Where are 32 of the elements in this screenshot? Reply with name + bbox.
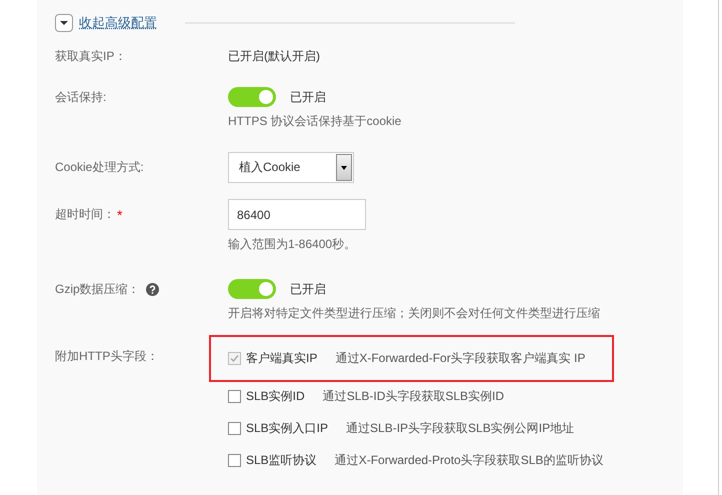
collapse-button[interactable]: [55, 14, 73, 32]
hint-text: 开启将对特定文件类型进行压缩；关闭则不会对任何文件类型进行压缩: [228, 305, 600, 322]
field-label: Cookie处理方式:: [55, 159, 144, 176]
toggle-switch[interactable]: [228, 279, 276, 299]
timeout-field[interactable]: 86400: [228, 199, 366, 230]
switch-status: 已开启: [290, 88, 326, 106]
checkbox[interactable]: [228, 454, 241, 466]
field-label: Gzip数据压缩：: [55, 280, 140, 298]
option-description: 通过SLB-ID头字段获取SLB实例ID: [322, 388, 504, 404]
field-label: 会话保持:: [55, 88, 106, 106]
toggle-switch[interactable]: [228, 87, 276, 107]
option-description: 通过X-Forwarded-Proto头字段获取SLB的监听协议: [334, 452, 604, 468]
option-label: 客户端真实IP: [246, 350, 318, 367]
checkbox[interactable]: [228, 422, 241, 434]
required-mark: *: [117, 206, 122, 222]
option-label: SLB监听协议: [246, 452, 317, 468]
option-label: SLB实例ID: [246, 388, 305, 404]
cookie-dropdown[interactable]: 植入Cookie: [228, 152, 354, 183]
option-label: SLB实例入口IP: [246, 420, 328, 436]
field-value: 已开启(默认开启): [228, 48, 320, 65]
checkbox[interactable]: [228, 390, 241, 402]
option-description: 通过X-Forwarded-For头字段获取客户端真实 IP: [335, 350, 586, 367]
switch-status: 已开启: [290, 280, 326, 298]
option-description: 通过SLB-IP头字段获取SLB实例公网IP地址: [346, 420, 574, 436]
field-label: 附加HTTP头字段：: [55, 348, 158, 364]
hint-text: HTTPS 协议会话保持基于cookie: [228, 113, 402, 130]
field-label: 获取真实IP：: [55, 48, 126, 64]
hint-text: 输入范围为1-86400秒。: [228, 236, 358, 253]
field-label: 超时时间：: [55, 206, 115, 223]
collapse-link[interactable]: 收起高级配置: [79, 14, 157, 32]
help-icon[interactable]: [146, 282, 159, 296]
caret-icon: [60, 21, 68, 25]
